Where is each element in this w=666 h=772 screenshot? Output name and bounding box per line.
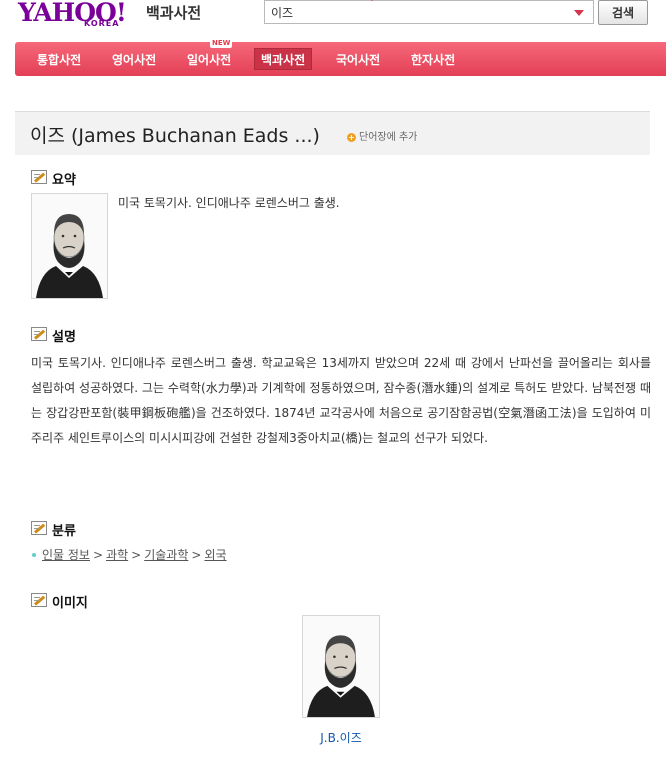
service-title[interactable]: 백과사전 [146,2,201,23]
add-wordbook-label: 단어장에 추가 [359,132,418,143]
portrait-illustration [32,194,107,298]
caret-marker-icon [368,0,376,1]
edit-note-icon [31,170,47,184]
description-title: 설명 [52,330,76,345]
summary-portrait-image[interactable] [31,193,108,299]
tab-japanese[interactable]: 일어사전 [187,50,231,70]
crumb-technology[interactable]: 기술과학 [144,548,188,562]
crumb-science[interactable]: 과학 [106,548,128,562]
crumb-separator: > [191,548,202,562]
tab-korean[interactable]: 국어사전 [336,50,380,70]
category-title: 분류 [52,524,76,539]
summary-text: 미국 토목기사. 인디애나주 로렌스버그 출생. [118,196,340,210]
search-box [264,0,594,24]
search-input[interactable] [269,3,563,21]
bullet-icon [32,553,36,557]
portrait-illustration [303,616,379,717]
article-title: 이즈 (James Buchanan Eads ...) [30,125,320,147]
dictionary-tabs: 통합사전 영어사전 일어사전 NEW 백과사전 국어사전 한자사전 [15,39,666,76]
header: YAHOO! KOREA 백과사전 검색 [0,0,666,40]
add-to-wordbook-link[interactable]: + 단어장에 추가 [347,128,417,143]
description-text: 미국 토목기사. 인디애나주 로렌스버그 출생. 학교교육은 13세까지 받았으… [31,356,651,445]
tab-integrated[interactable]: 통합사전 [37,50,81,70]
chevron-down-icon[interactable] [574,10,584,16]
summary-title: 요약 [52,173,76,188]
crumb-separator: > [131,548,142,562]
crumb-foreign[interactable]: 외국 [204,548,226,562]
gallery-portrait-image[interactable] [302,615,380,718]
tab-hanja[interactable]: 한자사전 [411,50,455,70]
tab-english[interactable]: 영어사전 [112,50,156,70]
images-title: 이미지 [52,596,88,611]
image-caption-link[interactable]: J.B.이즈 [302,729,380,746]
plus-icon: + [347,132,356,142]
crumb-people-info[interactable]: 인물 정보 [42,548,90,562]
edit-note-icon [31,327,47,341]
crumb-separator: > [92,548,104,562]
edit-note-icon [31,521,47,535]
new-badge: NEW [210,39,233,48]
edit-note-icon [31,593,47,607]
article-title-bar: 이즈 (James Buchanan Eads ...) + 단어장에 추가 [15,111,650,155]
category-breadcrumb: 인물 정보 > 과학 > 기술과학 > 외국 [31,546,227,563]
tab-encyclopedia[interactable]: 백과사전 [254,48,313,70]
logo-sub: KOREA [84,19,120,28]
search-button[interactable]: 검색 [598,0,648,25]
